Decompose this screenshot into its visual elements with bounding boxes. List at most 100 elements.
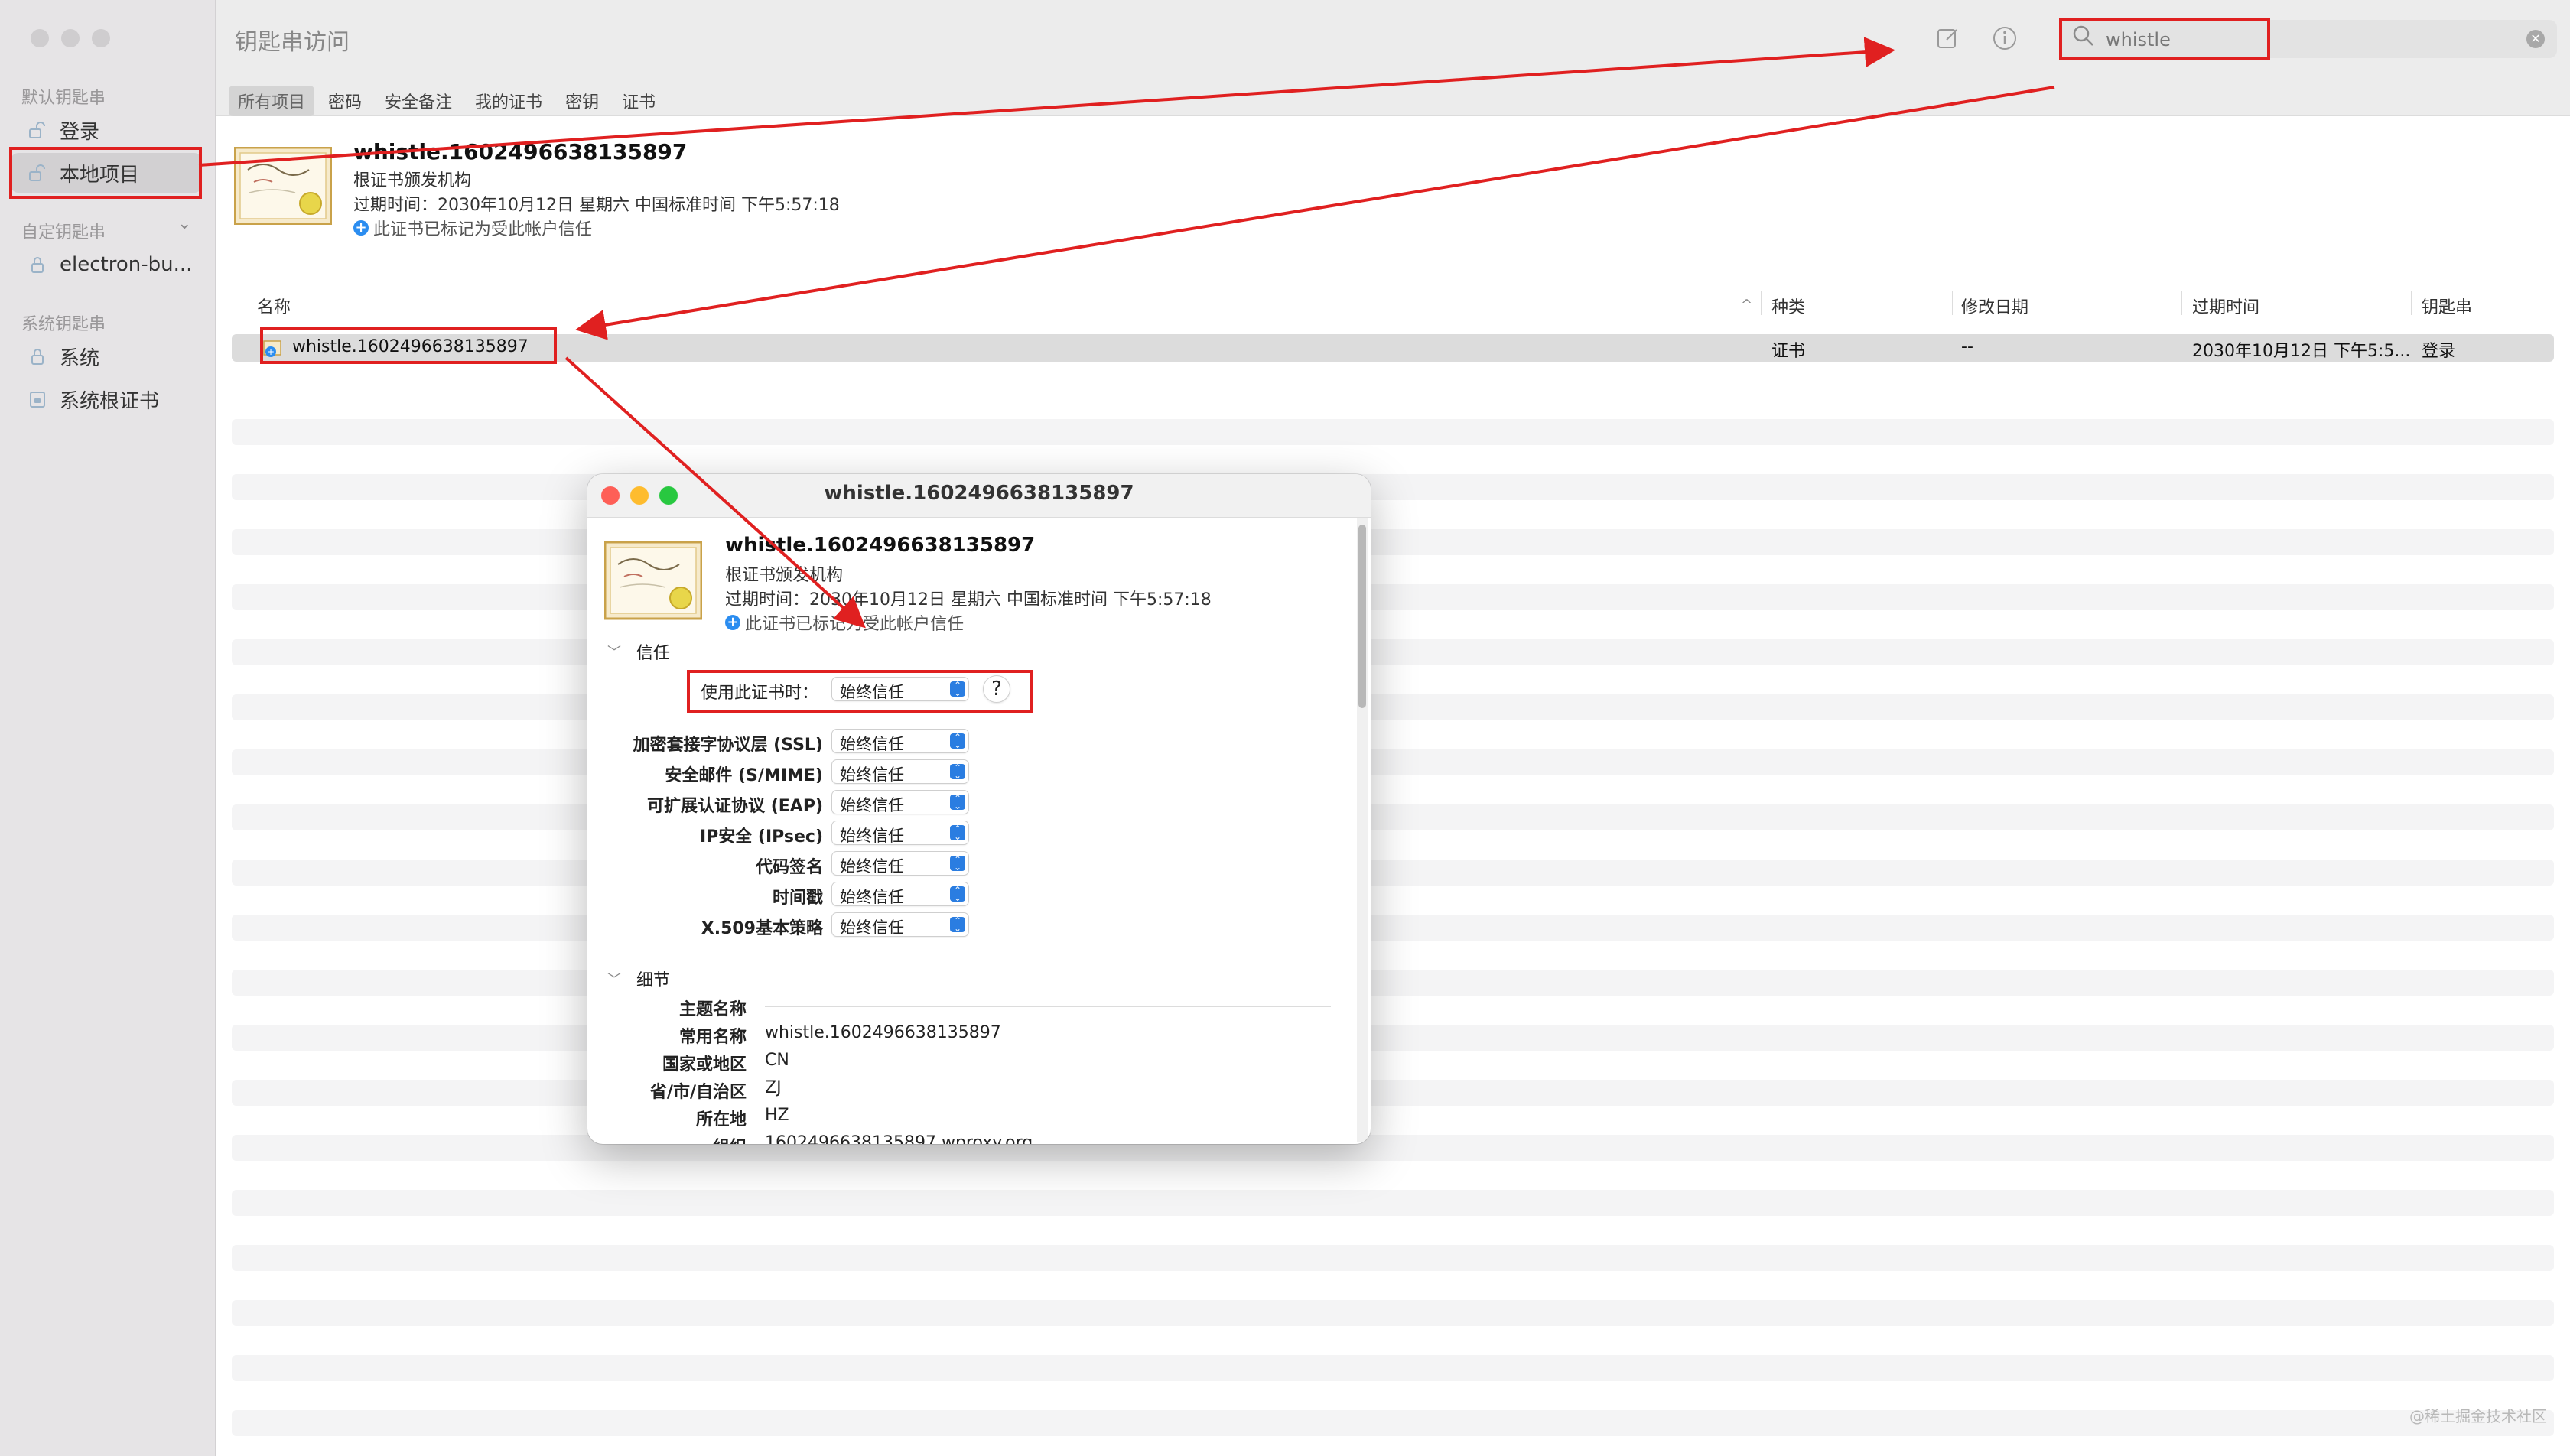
updown-chevron-icon: ⌃ ⌄ <box>950 886 965 902</box>
dialog-title-bar: whistle.1602496638135897 <box>587 474 1371 518</box>
popup-value: 始终信任 <box>840 888 904 906</box>
sidebar-item-system-roots[interactable]: 系统根证书 <box>11 379 202 419</box>
trust-note: + 此证书已标记为受此帐户信任 <box>353 216 592 240</box>
tab-keys[interactable]: 密钥 <box>556 86 608 116</box>
column-header-modified[interactable]: 修改日期 <box>1961 294 2028 318</box>
category-tabs: 所有项目 密码 安全备注 我的证书 密钥 证书 <box>229 86 665 116</box>
certificate-icon <box>234 147 332 225</box>
empty-table-row <box>232 639 2554 665</box>
trust-row-label: 时间戳 <box>772 889 823 908</box>
trust-row-label: IP安全 (IPsec) <box>699 827 823 847</box>
empty-table-row <box>232 584 2554 610</box>
sidebar-item-label: 登录 <box>60 120 100 144</box>
column-header-keychain[interactable]: 钥匙串 <box>2422 294 2472 318</box>
clear-search-icon[interactable]: ✕ <box>2526 30 2545 48</box>
tab-all-items[interactable]: 所有项目 <box>229 86 315 116</box>
trust-row-popup[interactable]: 始终信任 ⌃ ⌄ <box>832 730 968 753</box>
info-icon[interactable] <box>1991 24 2019 52</box>
trust-section-toggle[interactable]: ﹀ 信任 <box>607 639 670 664</box>
empty-table-row <box>232 1300 2554 1326</box>
trust-row-label: X.509基本策略 <box>701 919 823 938</box>
zoom-window-button[interactable] <box>92 29 110 47</box>
table-cell-modified: -- <box>1961 337 1973 356</box>
detail-value: HZ <box>765 1106 789 1125</box>
annotation-box-row <box>260 327 557 364</box>
tab-passwords[interactable]: 密码 <box>319 86 371 116</box>
details-section-title: 细节 <box>636 971 671 990</box>
trust-row-label: 可扩展认证协议 (EAP) <box>647 797 823 816</box>
empty-table-row <box>232 419 2554 445</box>
sidebar-item-label: 系统根证书 <box>60 389 160 413</box>
tab-secure-notes[interactable]: 安全备注 <box>376 86 461 116</box>
detail-key: 省/市/自治区 <box>649 1083 747 1102</box>
trust-row-popup[interactable]: 始终信任 ⌃ ⌄ <box>832 791 968 814</box>
column-header-name[interactable]: 名称 <box>257 294 291 318</box>
dialog-scrollbar-thumb[interactable] <box>1358 525 1366 708</box>
item-subtitle: 根证书颁发机构 <box>353 171 472 190</box>
certificate-icon <box>604 541 702 620</box>
cabinet-lock-icon <box>28 389 47 409</box>
column-header-expires[interactable]: 过期时间 <box>2192 294 2259 318</box>
empty-table-row <box>232 1025 2554 1051</box>
column-header-kind[interactable]: 种类 <box>1771 294 1805 318</box>
dialog-title: whistle.1602496638135897 <box>824 482 1134 505</box>
sidebar-item-system[interactable]: 系统 <box>11 336 202 376</box>
updown-chevron-icon: ⌃ ⌄ <box>950 855 965 872</box>
trust-row-label: 加密套接字协议层 (SSL) <box>633 736 824 755</box>
detail-key: 常用名称 <box>678 1028 747 1047</box>
compose-icon[interactable] <box>1934 24 1962 52</box>
trust-row-popup[interactable]: 始终信任 ⌃ ⌄ <box>832 760 968 784</box>
trust-row-popup[interactable]: 始终信任 ⌃ ⌄ <box>832 913 968 937</box>
column-separator <box>2181 291 2182 315</box>
sidebar-item-electron[interactable]: electron-bu... <box>11 245 202 284</box>
subject-name-heading: 主题名称 <box>678 1000 747 1019</box>
close-window-button[interactable] <box>31 29 49 47</box>
plus-badge-icon: + <box>725 615 740 630</box>
popup-value: 始终信任 <box>840 827 904 845</box>
trust-section-title: 信任 <box>636 644 671 663</box>
popup-value: 始终信任 <box>840 918 904 937</box>
dialog-cert-expiry: 过期时间：2030年10月12日 星期六 中国标准时间 下午5:57:18 <box>725 590 1212 609</box>
empty-table-row <box>232 804 2554 830</box>
column-separator <box>1952 291 1953 315</box>
item-expiry: 过期时间：2030年10月12日 星期六 中国标准时间 下午5:57:18 <box>353 196 840 215</box>
dialog-cert-subtitle: 根证书颁发机构 <box>725 566 844 585</box>
empty-table-row <box>232 474 2554 500</box>
trust-row-popup[interactable]: 始终信任 ⌃ ⌄ <box>832 882 968 906</box>
watermark: @稀土掘金技术社区 <box>2409 1407 2547 1425</box>
detail-value: whistle.1602496638135897 <box>765 1023 1001 1042</box>
certificate-info-window: whistle.1602496638135897 whistle.1602496… <box>587 474 1371 1144</box>
trust-row-popup[interactable]: 始终信任 ⌃ ⌄ <box>832 852 968 876</box>
updown-chevron-icon: ⌃ ⌄ <box>950 763 965 780</box>
detail-key: 国家或地区 <box>662 1055 747 1074</box>
empty-table-row <box>232 1410 2554 1436</box>
dialog-trust-note: + 此证书已标记为受此帐户信任 <box>725 610 964 635</box>
chevron-down-icon[interactable]: ⌄ <box>177 214 191 233</box>
empty-table-row <box>232 1080 2554 1106</box>
sidebar-item-login[interactable]: 登录 <box>11 110 202 150</box>
empty-table-row <box>232 1190 2554 1216</box>
trust-row-label: 代码签名 <box>755 858 823 877</box>
sidebar-section-system: 系统钥匙串 <box>21 315 106 334</box>
tab-certificates[interactable]: 证书 <box>613 86 665 116</box>
popup-value: 始终信任 <box>840 735 904 753</box>
popup-value: 始终信任 <box>840 796 904 814</box>
dialog-cert-title: whistle.1602496638135897 <box>725 534 1036 557</box>
sort-ascending-icon: ^ <box>1741 297 1753 313</box>
column-separator <box>1761 291 1762 315</box>
item-title: whistle.1602496638135897 <box>353 139 688 164</box>
updown-chevron-icon: ⌃ ⌄ <box>950 916 965 933</box>
detail-key: 组织 <box>587 1133 747 1144</box>
detail-value: CN <box>765 1051 789 1070</box>
updown-chevron-icon: ⌃ ⌄ <box>950 794 965 811</box>
trust-row-popup[interactable]: 始终信任 ⌃ ⌄ <box>832 821 968 845</box>
details-section-toggle[interactable]: ﹀ 细节 <box>607 967 670 991</box>
empty-table-row <box>232 970 2554 996</box>
minimize-window-button[interactable] <box>61 29 80 47</box>
empty-table-row <box>232 749 2554 775</box>
sidebar-item-label: electron-bu... <box>60 253 193 276</box>
annotation-box-sidebar <box>9 147 202 199</box>
tab-my-certificates[interactable]: 我的证书 <box>466 86 551 116</box>
trust-row-label: 安全邮件 (S/MIME) <box>665 766 823 785</box>
dialog-trust-note-text: 此证书已标记为受此帐户信任 <box>745 615 965 634</box>
